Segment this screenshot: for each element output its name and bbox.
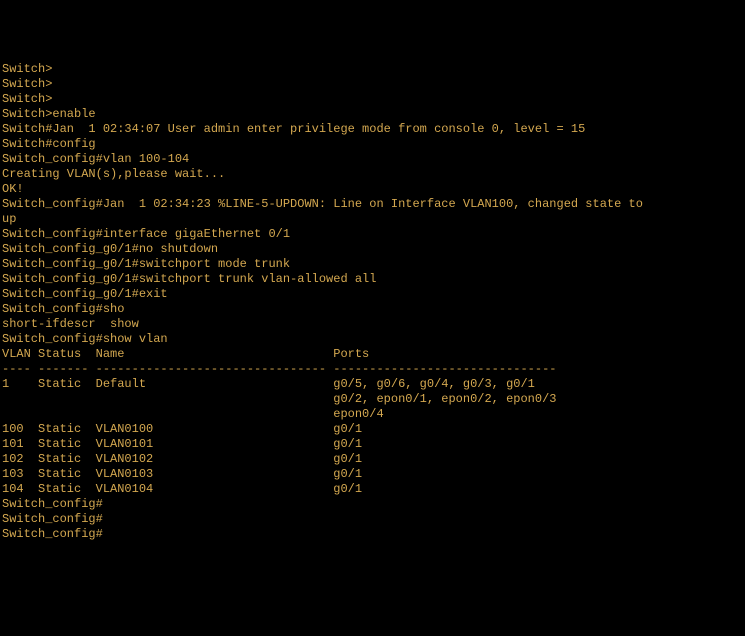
terminal-line: Switch_config#sho: [2, 302, 743, 317]
terminal-line: Switch>: [2, 62, 743, 77]
terminal-line: Switch_config#: [2, 512, 743, 527]
terminal-line: Creating VLAN(s),please wait...: [2, 167, 743, 182]
terminal-output[interactable]: Switch>Switch>Switch>Switch>enableSwitch…: [2, 62, 743, 561]
terminal-line: Switch_config_g0/1#exit: [2, 287, 743, 302]
terminal-line: 1 Static Default g0/5, g0/6, g0/4, g0/3,…: [2, 377, 743, 392]
terminal-line: Switch#config: [2, 137, 743, 152]
terminal-line: Switch_config#: [2, 527, 743, 542]
terminal-line: 101 Static VLAN0101 g0/1: [2, 437, 743, 452]
terminal-line: epon0/4: [2, 407, 743, 422]
terminal-line: Switch_config_g0/1#no shutdown: [2, 242, 743, 257]
terminal-line: Switch_config_g0/1#switchport mode trunk: [2, 257, 743, 272]
terminal-line: Switch_config#interface gigaEthernet 0/1: [2, 227, 743, 242]
terminal-line: Switch_config#: [2, 497, 743, 512]
terminal-line: Switch>: [2, 92, 743, 107]
terminal-line: VLAN Status Name Ports: [2, 347, 743, 362]
terminal-line: 104 Static VLAN0104 g0/1: [2, 482, 743, 497]
terminal-line: Switch_config_g0/1#switchport trunk vlan…: [2, 272, 743, 287]
terminal-line: short-ifdescr show: [2, 317, 743, 332]
terminal-line: OK!: [2, 182, 743, 197]
terminal-line: Switch#Jan 1 02:34:07 User admin enter p…: [2, 122, 743, 137]
terminal-line: g0/2, epon0/1, epon0/2, epon0/3: [2, 392, 743, 407]
terminal-line: 103 Static VLAN0103 g0/1: [2, 467, 743, 482]
terminal-line: up: [2, 212, 743, 227]
terminal-line: Switch>enable: [2, 107, 743, 122]
terminal-line: Switch_config#show vlan: [2, 332, 743, 347]
terminal-line: 102 Static VLAN0102 g0/1: [2, 452, 743, 467]
terminal-line: ---- ------- ---------------------------…: [2, 362, 743, 377]
terminal-line: Switch_config#Jan 1 02:34:23 %LINE-5-UPD…: [2, 197, 743, 212]
terminal-line: 100 Static VLAN0100 g0/1: [2, 422, 743, 437]
terminal-line: Switch>: [2, 77, 743, 92]
terminal-line: Switch_config#vlan 100-104: [2, 152, 743, 167]
